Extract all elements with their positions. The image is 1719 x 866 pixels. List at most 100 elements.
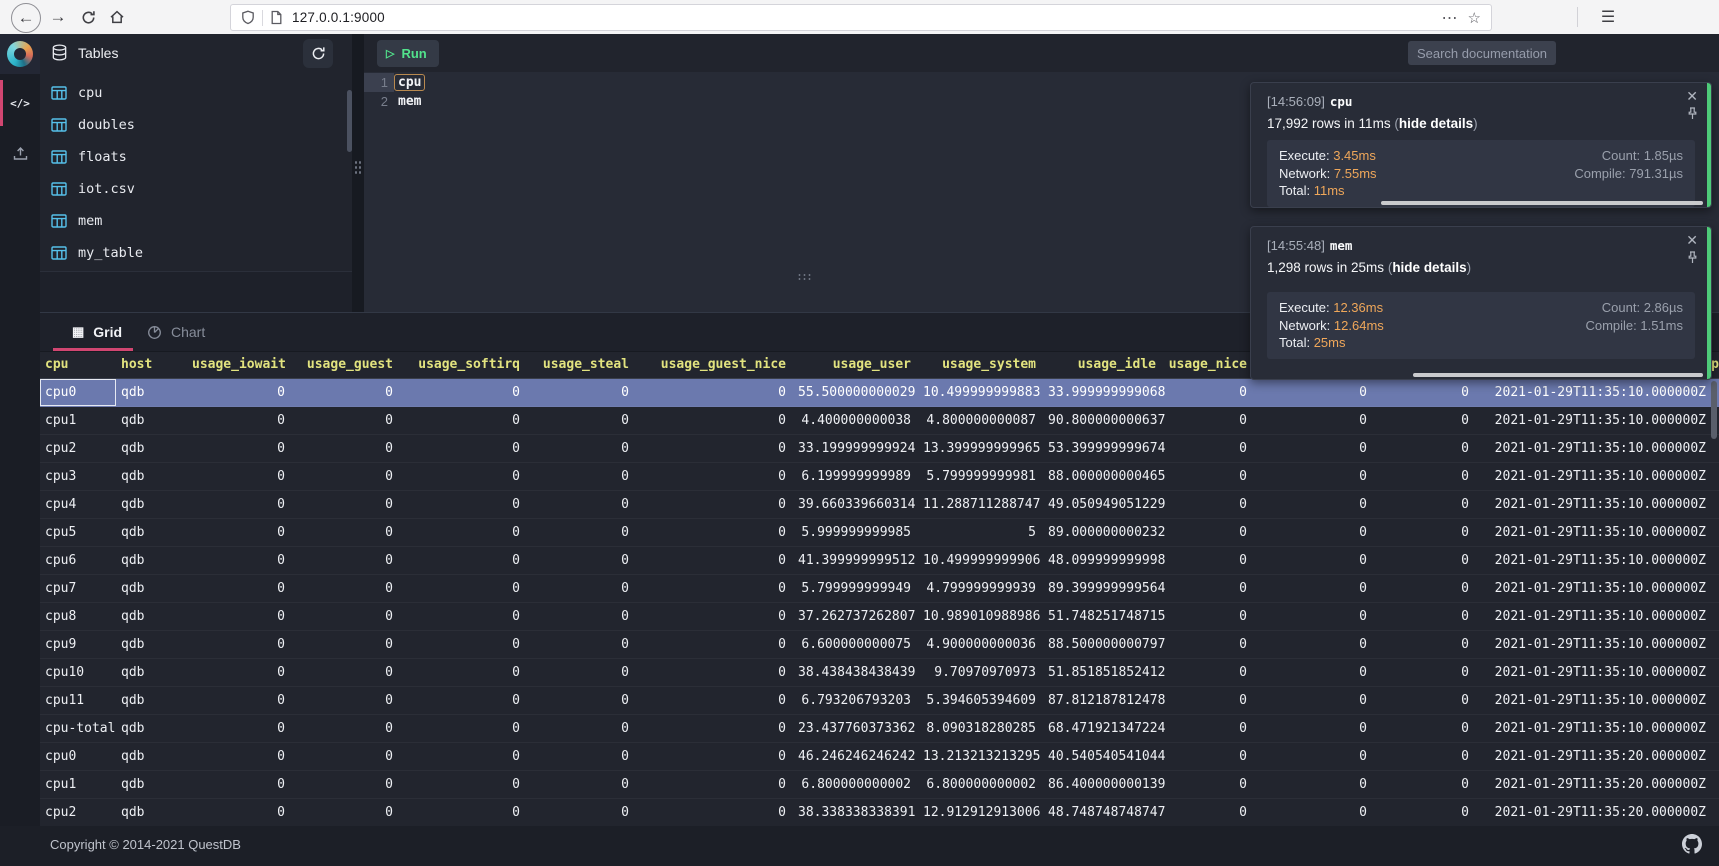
cell[interactable]: 13.213213213295 — [923, 743, 1048, 770]
cell[interactable]: 5.394605394609 — [923, 687, 1048, 714]
cell[interactable]: 0 — [405, 799, 532, 826]
cell[interactable]: cpu7 — [40, 575, 116, 602]
cell[interactable]: 0 — [1259, 547, 1379, 574]
cell[interactable]: 10.499999999906 — [923, 547, 1048, 574]
cell[interactable]: 0 — [405, 379, 532, 406]
cell[interactable]: qdb — [116, 407, 192, 434]
close-icon[interactable]: ✕ — [1686, 89, 1698, 103]
cell[interactable]: 2021-01-29T11:35:10.000000Z — [1481, 519, 1719, 546]
console-nav-icon[interactable]: </> — [0, 84, 40, 122]
cell[interactable]: qdb — [116, 799, 192, 826]
cell[interactable]: 2021-01-29T11:35:10.000000Z — [1481, 575, 1719, 602]
cell[interactable]: 6.600000000075 — [798, 631, 923, 658]
cell[interactable]: 0 — [297, 435, 405, 462]
cell[interactable]: qdb — [116, 603, 192, 630]
cell[interactable]: 0 — [1379, 547, 1481, 574]
cell[interactable]: qdb — [116, 463, 192, 490]
cell[interactable]: 0 — [405, 463, 532, 490]
page-actions-icon[interactable]: ⋯ — [1442, 8, 1458, 28]
cell[interactable]: cpu2 — [40, 435, 116, 462]
pin-icon[interactable] — [1687, 251, 1698, 264]
cell[interactable]: 0 — [297, 799, 405, 826]
cell[interactable]: 90.800000000637 — [1048, 407, 1168, 434]
cell[interactable]: 0 — [1379, 379, 1481, 406]
cell[interactable]: 0 — [1168, 379, 1259, 406]
search-documentation-button[interactable]: Search documentation — [1408, 41, 1556, 65]
cell[interactable]: 0 — [405, 603, 532, 630]
cell[interactable]: 2021-01-29T11:35:10.000000Z — [1481, 491, 1719, 518]
cell[interactable]: 0 — [405, 435, 532, 462]
cell[interactable]: 0 — [1379, 519, 1481, 546]
panel-scrollbar[interactable] — [1381, 201, 1703, 205]
cell[interactable]: 2021-01-29T11:35:10.000000Z — [1481, 547, 1719, 574]
cell[interactable]: 0 — [405, 631, 532, 658]
cell[interactable]: 0 — [1259, 771, 1379, 798]
table-row[interactable]: cpu1qdb000004.4000000000384.800000000087… — [40, 407, 1719, 435]
cell[interactable]: 5.799999999949 — [798, 575, 923, 602]
cell[interactable]: 38.338338338391 — [798, 799, 923, 826]
cell[interactable]: 0 — [1379, 575, 1481, 602]
cell[interactable]: 0 — [532, 687, 641, 714]
cell[interactable]: qdb — [116, 491, 192, 518]
cell[interactable]: 0 — [297, 715, 405, 742]
cell[interactable]: 0 — [1259, 687, 1379, 714]
cell[interactable]: 0 — [297, 743, 405, 770]
cell[interactable]: cpu5 — [40, 519, 116, 546]
cell[interactable]: 0 — [297, 491, 405, 518]
cell[interactable]: cpu0 — [40, 379, 116, 406]
cell[interactable]: 0 — [405, 771, 532, 798]
cell[interactable]: cpu11 — [40, 687, 116, 714]
cell[interactable]: 88.500000000797 — [1048, 631, 1168, 658]
cell[interactable]: 5.999999999985 — [798, 519, 923, 546]
cell[interactable]: 0 — [192, 687, 297, 714]
cell[interactable]: 2021-01-29T11:35:10.000000Z — [1481, 407, 1719, 434]
cell[interactable]: 0 — [297, 547, 405, 574]
cell[interactable]: 0 — [1259, 519, 1379, 546]
cell[interactable]: 0 — [532, 603, 641, 630]
cell[interactable]: 0 — [1379, 407, 1481, 434]
cell[interactable]: 0 — [641, 659, 798, 686]
cell[interactable]: 4.799999999939 — [923, 575, 1048, 602]
cell[interactable]: qdb — [116, 547, 192, 574]
cell[interactable]: 0 — [1379, 743, 1481, 770]
cell[interactable]: 2021-01-29T11:35:20.000000Z — [1481, 771, 1719, 798]
cell[interactable]: 0 — [1168, 631, 1259, 658]
cell[interactable]: 39.660339660314 — [798, 491, 923, 518]
cell[interactable]: 0 — [641, 771, 798, 798]
cell[interactable]: 48.748748748747 — [1048, 799, 1168, 826]
cell[interactable]: 0 — [641, 463, 798, 490]
cell[interactable]: 0 — [1168, 435, 1259, 462]
cell[interactable]: 0 — [1168, 547, 1259, 574]
cell[interactable]: 0 — [532, 799, 641, 826]
cell[interactable]: 4.800000000087 — [923, 407, 1048, 434]
cell[interactable]: qdb — [116, 519, 192, 546]
cell[interactable]: 0 — [1259, 715, 1379, 742]
cell[interactable]: 87.812187812478 — [1048, 687, 1168, 714]
cell[interactable]: 0 — [1168, 575, 1259, 602]
cell[interactable]: 0 — [405, 743, 532, 770]
import-upload-icon[interactable] — [0, 134, 40, 172]
cell[interactable]: 6.199999999989 — [798, 463, 923, 490]
hide-details-link[interactable]: hide details — [1399, 116, 1473, 131]
table-row[interactable]: cpu9qdb000006.6000000000754.900000000036… — [40, 631, 1719, 659]
tab-chart[interactable]: Chart — [147, 313, 205, 351]
cell[interactable]: 0 — [1259, 575, 1379, 602]
cell[interactable]: 0 — [405, 659, 532, 686]
cell[interactable]: 10.499999999883 — [923, 379, 1048, 406]
cell[interactable]: 33.999999999068 — [1048, 379, 1168, 406]
cell[interactable]: 48.099999999998 — [1048, 547, 1168, 574]
cell[interactable]: 0 — [1259, 435, 1379, 462]
table-row[interactable]: cpu8qdb0000037.26273726280710.9890109889… — [40, 603, 1719, 631]
cell[interactable]: 0 — [1379, 771, 1481, 798]
cell[interactable]: 12.912912913006 — [923, 799, 1048, 826]
cell[interactable]: qdb — [116, 659, 192, 686]
cell[interactable]: 0 — [532, 743, 641, 770]
cell[interactable]: 2021-01-29T11:35:10.000000Z — [1481, 463, 1719, 490]
table-row[interactable]: cpu3qdb000006.1999999999895.799999999981… — [40, 463, 1719, 491]
cell[interactable]: 0 — [297, 603, 405, 630]
cell[interactable]: 0 — [532, 575, 641, 602]
cell[interactable]: 0 — [641, 715, 798, 742]
cell[interactable]: 41.399999999512 — [798, 547, 923, 574]
cell[interactable]: 51.851851852412 — [1048, 659, 1168, 686]
table-row[interactable]: cpu10qdb0000038.4384384384399.7097097097… — [40, 659, 1719, 687]
